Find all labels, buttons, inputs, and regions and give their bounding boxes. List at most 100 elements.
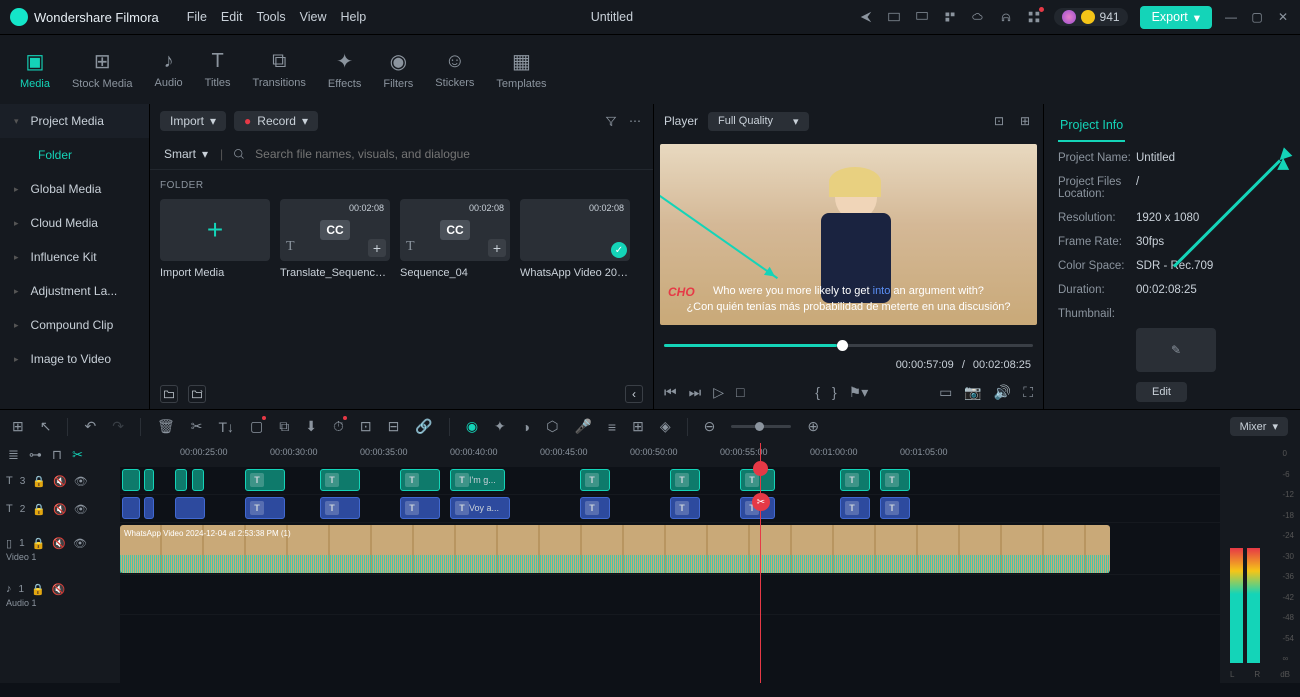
track-head-a1[interactable]: ♪1 🔒 🔇 Audio 1 [0, 575, 120, 615]
track-head-v1[interactable]: ▯1 🔒 🔇 👁 Video 1 [0, 523, 120, 575]
sidebar-compound-clip[interactable]: ▸Compound Clip [0, 308, 149, 342]
eye-icon[interactable]: 👁 [74, 503, 88, 516]
tab-project-info[interactable]: Project Info [1058, 114, 1125, 142]
redo-icon[interactable]: ↷ [112, 418, 124, 435]
tab-templates[interactable]: ▦Templates [496, 49, 546, 90]
track-head-t3[interactable]: T3 🔒 🔇 👁 [0, 467, 120, 495]
magnet-icon[interactable]: ⊓ [52, 447, 62, 463]
panel-icon[interactable] [886, 9, 902, 25]
subtitle-clip[interactable] [175, 469, 187, 491]
subtitle-clip[interactable]: T [840, 497, 870, 519]
color-icon[interactable]: ◉ [466, 418, 478, 435]
media-card[interactable]: 00:02:08CCT+ Translate_Sequence_03 [280, 199, 390, 279]
credits-badge[interactable]: 941 [1054, 8, 1128, 26]
subtitle-clip[interactable]: TVoy a... [450, 497, 510, 519]
subtitle-clip[interactable] [144, 469, 154, 491]
delete-icon[interactable]: 🗑 [157, 418, 175, 435]
tab-audio[interactable]: ♪Audio [155, 50, 183, 89]
tab-stickers[interactable]: ☺Stickers [435, 50, 474, 89]
track-t3[interactable]: T T T TI'm g... T T T T T [120, 467, 1220, 495]
camera-icon[interactable]: 📷 [964, 384, 981, 401]
mixer-button[interactable]: Mixer▾ [1230, 417, 1288, 436]
playhead[interactable] [760, 443, 761, 683]
scrubber-knob[interactable] [837, 340, 848, 351]
subtitle-clip[interactable] [192, 469, 204, 491]
undo-icon[interactable]: ↶ [84, 418, 96, 435]
media-card-video[interactable]: 00:02:08✓ WhatsApp Video 2024... [520, 199, 630, 279]
pointer-icon[interactable]: ↖ [40, 418, 52, 435]
minimize-button[interactable]: — [1224, 10, 1238, 24]
media-card[interactable]: 00:02:08CCT+ Sequence_04 [400, 199, 510, 279]
collapse-icon[interactable]: ‹ [625, 385, 643, 403]
crop-icon[interactable]: ▢ [250, 418, 263, 435]
search-input[interactable] [255, 147, 643, 161]
quality-select[interactable]: Full Quality▾ [708, 112, 809, 131]
import-media-card[interactable]: + Import Media [160, 199, 270, 279]
menu-edit[interactable]: Edit [221, 10, 243, 24]
display-icon[interactable]: ▭ [939, 384, 952, 401]
lock-icon[interactable]: 🔒 [32, 475, 46, 488]
subtitle-clip[interactable]: T [320, 469, 360, 491]
zoom-slider[interactable] [731, 425, 791, 428]
next-frame-icon[interactable]: ⏭ [689, 384, 702, 401]
volume-icon[interactable]: 🔊 [994, 384, 1011, 401]
align-icon[interactable]: ≡ [608, 419, 616, 435]
subtitle-clip[interactable]: TI'm g... [450, 469, 505, 491]
eye-icon[interactable]: 👁 [74, 475, 88, 488]
grid-icon[interactable]: ⊞ [12, 418, 24, 435]
sidebar-image-to-video[interactable]: ▸Image to Video [0, 342, 149, 376]
filter-icon[interactable] [603, 113, 619, 129]
subtitle-clip[interactable]: T [400, 469, 440, 491]
prev-frame-icon[interactable]: ⏮ [664, 384, 677, 401]
link-icon[interactable]: 🔗 [415, 418, 432, 435]
tab-transitions[interactable]: ⧉Transitions [253, 50, 306, 89]
sidebar-folder[interactable]: Folder [0, 138, 149, 172]
thumbnail-button[interactable]: ✎ [1136, 328, 1216, 372]
mute-icon[interactable]: 🔇 [52, 537, 66, 550]
compare-icon[interactable]: ⊡ [991, 113, 1007, 129]
mark-in-icon[interactable]: { [815, 384, 820, 400]
text-tool-icon[interactable]: T↓ [218, 419, 234, 435]
mask-icon[interactable]: ◑ [522, 419, 530, 435]
sidebar-global-media[interactable]: ▸Global Media [0, 172, 149, 206]
stop-icon[interactable]: □ [736, 384, 744, 400]
subtitle-clip[interactable]: T [880, 469, 910, 491]
apps-icon[interactable] [1026, 9, 1042, 25]
subtitle-clip[interactable] [122, 497, 140, 519]
shield-icon[interactable]: ⬡ [546, 418, 558, 435]
subtitle-clip[interactable]: T [840, 469, 870, 491]
eye-icon[interactable]: 👁 [73, 537, 87, 550]
download-icon[interactable]: ⬇ [305, 418, 317, 435]
screen-icon[interactable] [914, 9, 930, 25]
tab-media[interactable]: ▣Media [20, 49, 50, 90]
add-icon[interactable]: + [368, 239, 386, 257]
subtitle-clip[interactable]: T [245, 497, 285, 519]
sidebar-adjustment-layer[interactable]: ▸Adjustment La... [0, 274, 149, 308]
subtitle-clip[interactable]: T [400, 497, 440, 519]
mute-icon[interactable]: 🔇 [53, 475, 67, 488]
subtitle-clip[interactable] [122, 469, 140, 491]
zoom-knob[interactable] [755, 422, 764, 431]
snap-icon[interactable]: ✂ [72, 447, 83, 463]
new-bin-icon[interactable] [188, 385, 206, 403]
tab-filters[interactable]: ◉Filters [383, 49, 413, 90]
speed-icon[interactable]: ⏱ [333, 418, 344, 435]
mark-out-icon[interactable]: } [832, 384, 837, 400]
video-clip[interactable]: WhatsApp Video 2024-12-04 at 2:53:38 PM … [120, 525, 1110, 573]
tab-effects[interactable]: ✦Effects [328, 49, 361, 90]
lock-icon[interactable]: 🔒 [32, 503, 46, 516]
tab-titles[interactable]: TTitles [205, 50, 231, 89]
lock-icon[interactable]: 🔒 [32, 537, 46, 550]
subtitle-clip[interactable]: T [670, 469, 700, 491]
export-button[interactable]: Export ▾ [1140, 6, 1212, 29]
timeline-tracks[interactable]: 00:00:25:00 00:00:30:00 00:00:35:00 00:0… [120, 443, 1220, 683]
import-dropdown[interactable]: Import▾ [160, 111, 226, 131]
edit-button[interactable]: Edit [1136, 382, 1187, 402]
enhance-icon[interactable]: ✦ [494, 418, 506, 435]
menu-view[interactable]: View [300, 10, 327, 24]
scrubber[interactable] [664, 344, 1033, 347]
preview-canvas[interactable]: CHO Who were you more likely to get into… [660, 144, 1037, 325]
play-icon[interactable]: ▷ [713, 384, 724, 401]
new-folder-icon[interactable] [160, 385, 178, 403]
zoom-in-icon[interactable]: ⊕ [807, 418, 819, 435]
